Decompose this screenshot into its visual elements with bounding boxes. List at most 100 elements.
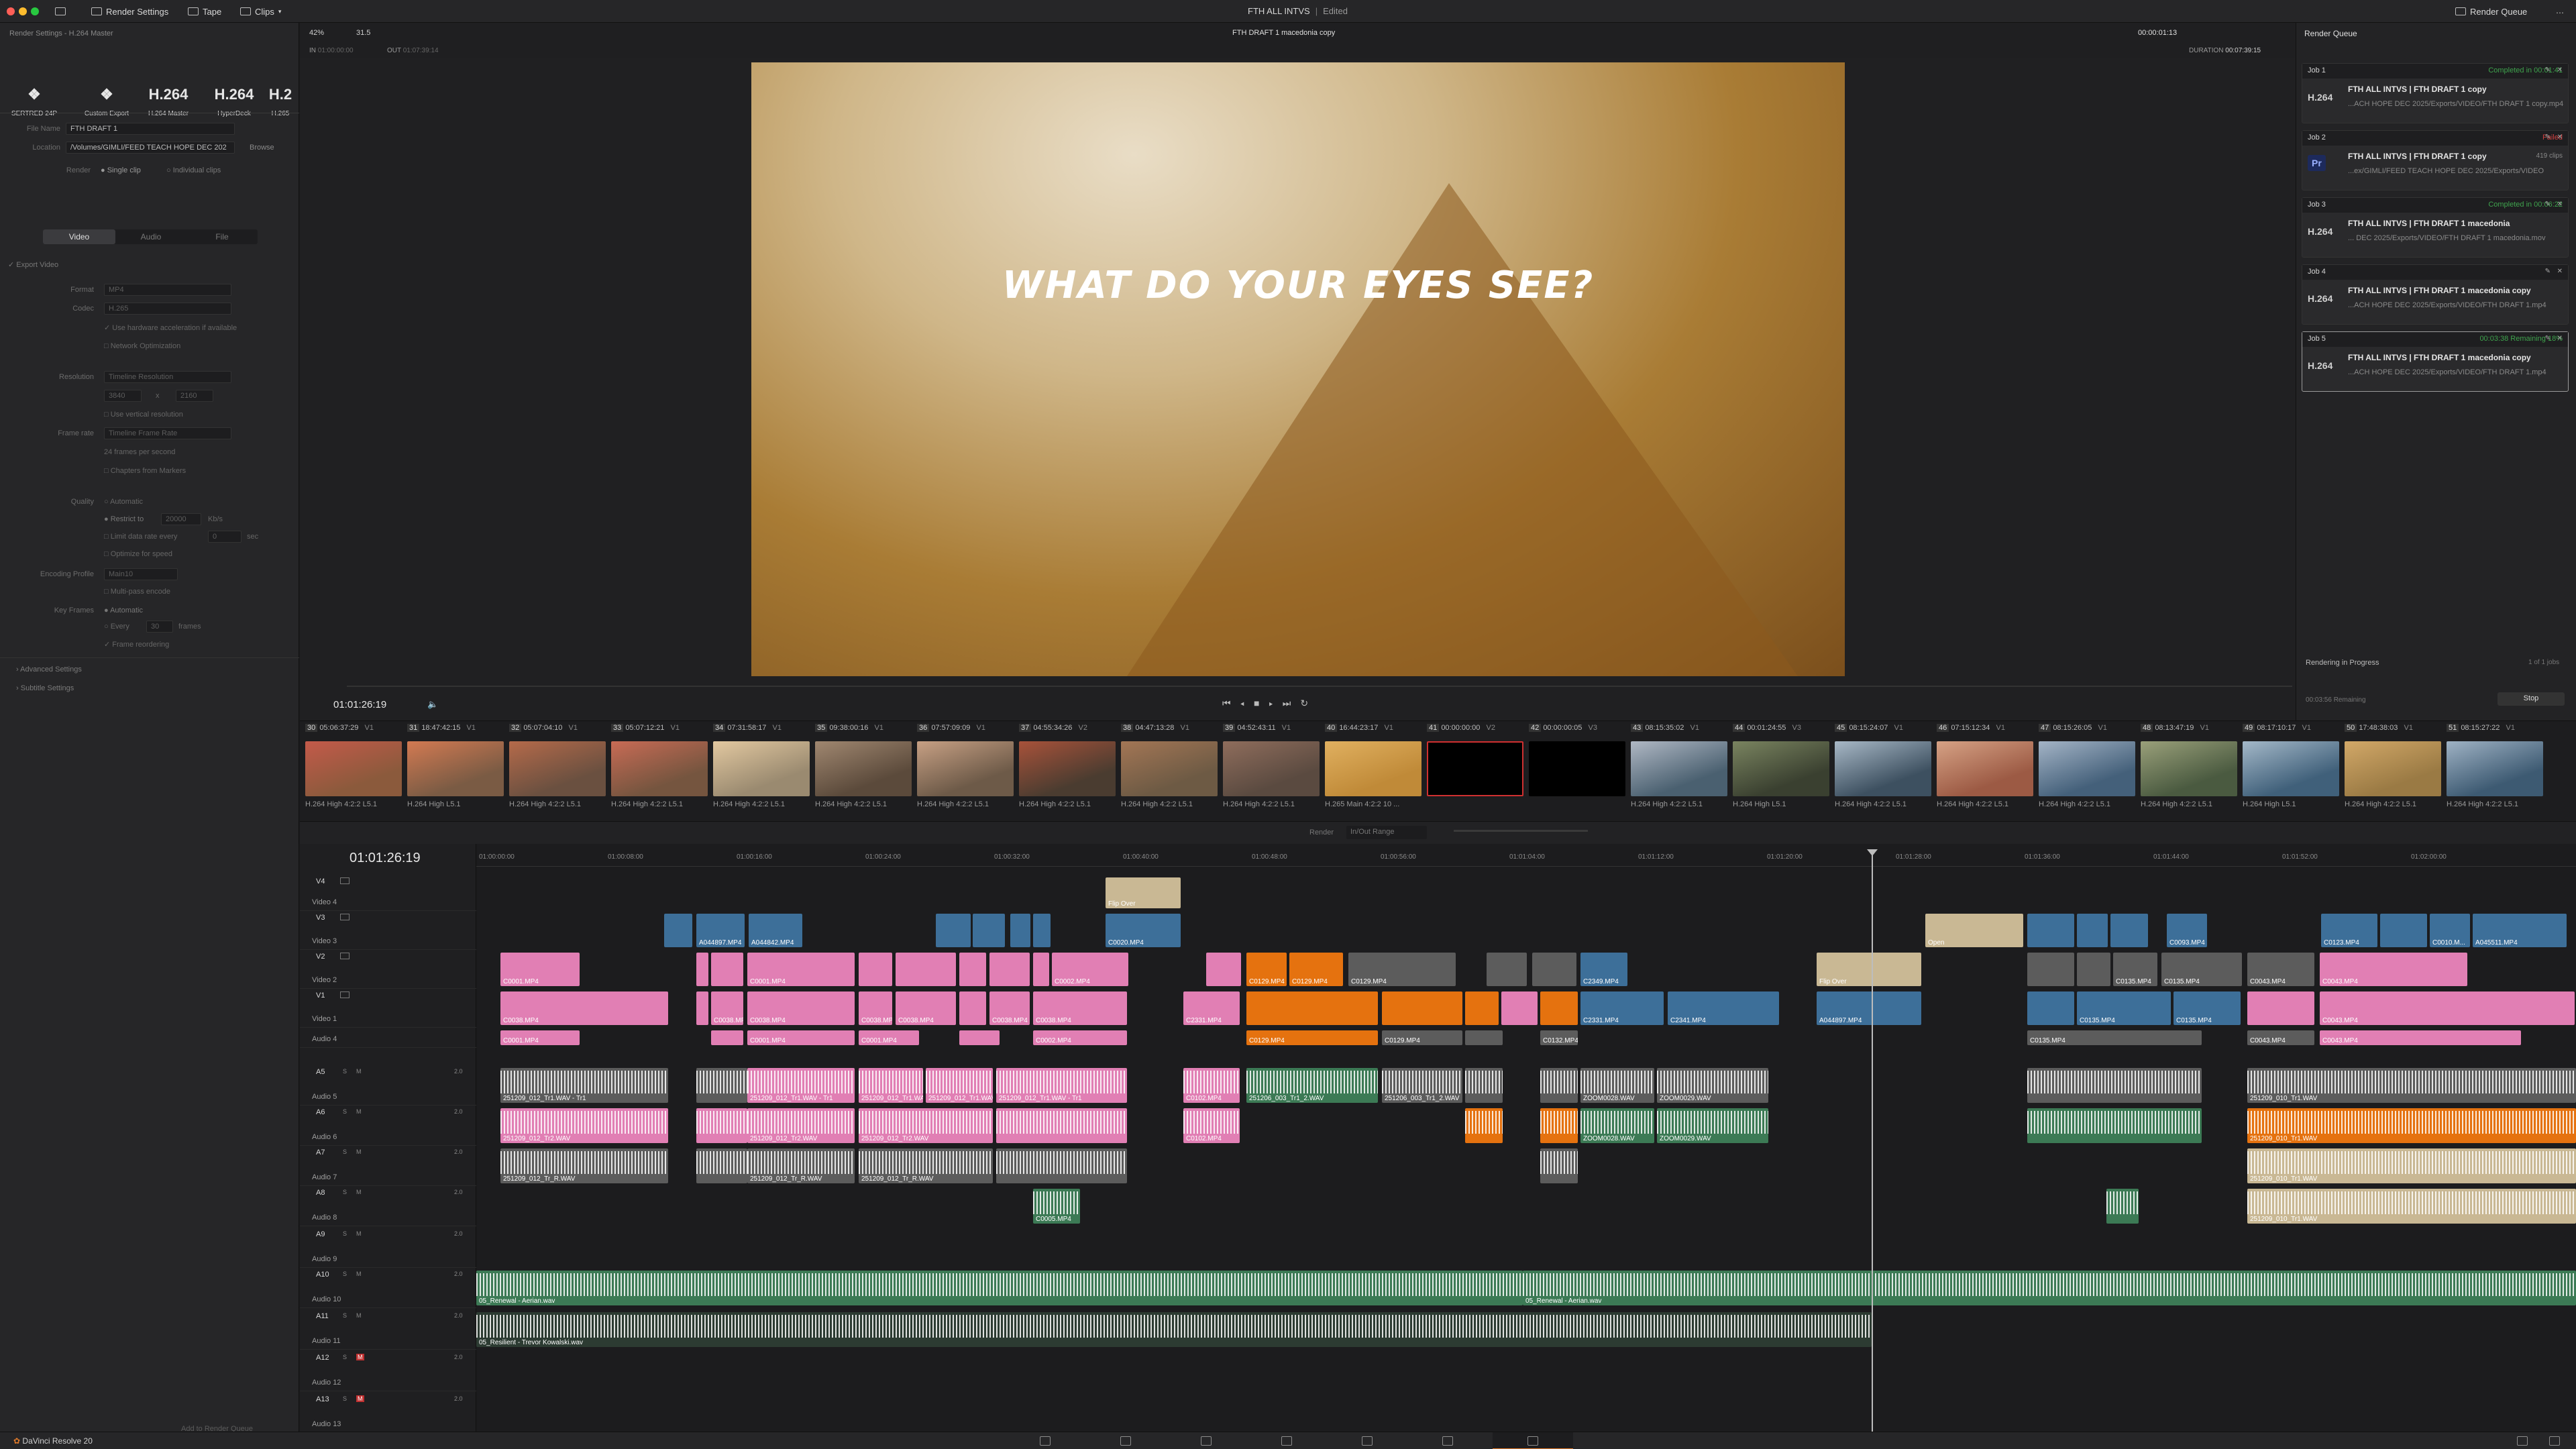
stop-render-button[interactable]: Stop (2498, 692, 2565, 706)
edit-job-icon[interactable]: ✎ (2545, 133, 2551, 141)
fusion-page-icon[interactable] (1281, 1436, 1292, 1446)
solo-icon[interactable]: S (343, 1068, 347, 1075)
mute-icon[interactable]: M (356, 1395, 364, 1402)
deliver-page-tab[interactable] (1493, 1432, 1573, 1449)
video-clip[interactable]: C0002.MP4 (1033, 1030, 1127, 1045)
audio-clip[interactable]: 251209_012_Tr2.WAV (500, 1108, 668, 1143)
audio-clip[interactable]: ZOOM0029.WAV (1657, 1068, 1768, 1103)
video-clip[interactable] (1206, 953, 1241, 986)
audio-clip[interactable]: C0102.MP4 (1183, 1068, 1240, 1103)
video-clip[interactable] (1382, 991, 1462, 1025)
restrict-to-radio[interactable]: ● Restrict to (104, 515, 144, 523)
audio-clip[interactable]: 251209_012_Tr1.WAV - Tr1 (859, 1068, 923, 1103)
network-opt-checkbox[interactable]: □ Network Optimization (104, 342, 180, 350)
track-header[interactable]: A9 Audio 9 S M 2.0 (300, 1228, 476, 1268)
clip-thumbnail[interactable] (2345, 741, 2441, 796)
mute-icon[interactable]: M (356, 1148, 362, 1155)
clip-thumbnail[interactable] (815, 741, 912, 796)
video-clip[interactable] (696, 953, 708, 986)
multipass-checkbox[interactable]: □ Multi-pass encode (104, 588, 170, 596)
clip-thumbnail[interactable] (1631, 741, 1727, 796)
audio-clip[interactable] (1540, 1068, 1578, 1103)
track-header[interactable]: Audio 4 (300, 1028, 476, 1048)
audio-clip[interactable]: ZOOM0028.WAV (1580, 1108, 1654, 1143)
fairlight-page-icon[interactable] (1442, 1436, 1453, 1446)
lock-icon[interactable] (340, 914, 350, 920)
audio-clip[interactable] (1540, 1108, 1578, 1143)
audio-clip[interactable]: 05_Resilient - Trevor Kowalski.wav (476, 1312, 1872, 1347)
clip-thumbnail[interactable] (1121, 741, 1218, 796)
video-clip[interactable] (973, 914, 1005, 947)
edit-job-icon[interactable]: ✎ (2545, 335, 2551, 342)
video-clip[interactable]: C0038.MP4 (711, 991, 743, 1025)
step-back-icon[interactable]: ◂ (1240, 698, 1254, 708)
video-clip[interactable] (2027, 914, 2074, 947)
track-header[interactable]: A12 Audio 12 S M 2.0 (300, 1351, 476, 1391)
audio-clip[interactable]: 251209_012_Tr_R.WAV (747, 1148, 855, 1183)
video-clip[interactable]: C0129.MP4 (1382, 1030, 1462, 1045)
render-settings-button[interactable]: Render Settings (91, 3, 168, 20)
audio-clip[interactable]: 251209_012_Tr1.WAV - Tr1 (926, 1068, 993, 1103)
chapters-checkbox[interactable]: □ Chapters from Markers (104, 467, 186, 475)
video-clip[interactable]: C0129.MP4 (1289, 953, 1343, 986)
res-height-input[interactable]: 2160 (176, 390, 213, 402)
track-header[interactable]: V3 Video 3 (300, 911, 476, 950)
volume-icon[interactable]: 🔈 (427, 699, 438, 710)
video-clip[interactable]: C0093.MP4 (2167, 914, 2207, 947)
playhead[interactable] (1872, 851, 1873, 1432)
single-clip-radio[interactable]: ● Single clip (101, 166, 141, 174)
video-clip[interactable]: C0123.MP4 (2321, 914, 2377, 947)
audio-clip[interactable]: 251209_012_Tr1.WAV - Tr1 (747, 1068, 855, 1103)
home-icon[interactable] (2517, 1436, 2528, 1446)
clip-thumbnail[interactable] (1019, 741, 1116, 796)
tab-file[interactable]: File (186, 229, 258, 244)
video-clip[interactable]: C0038.MP4 (896, 991, 956, 1025)
clip-thumbnail[interactable] (917, 741, 1014, 796)
format-select[interactable]: MP4 (104, 284, 231, 296)
video-clip[interactable] (696, 991, 708, 1025)
video-clip[interactable]: C0043.MP4 (2320, 953, 2467, 986)
audio-clip[interactable] (696, 1148, 747, 1183)
clip-thumbnail[interactable] (1529, 741, 1625, 796)
audio-clip[interactable] (996, 1108, 1127, 1143)
clip-thumbnail[interactable] (1733, 741, 1829, 796)
mute-icon[interactable]: M (356, 1230, 362, 1237)
lock-icon[interactable] (340, 953, 350, 959)
audio-clip[interactable]: 251209_012_Tr1.WAV - Tr1 (996, 1068, 1127, 1103)
res-width-input[interactable]: 3840 (104, 390, 142, 402)
audio-clip[interactable]: ZOOM0028.WAV (1580, 1068, 1654, 1103)
video-clip[interactable]: C0002.MP4 (1052, 953, 1128, 986)
audio-clip[interactable] (696, 1068, 747, 1103)
track-header[interactable]: A5 Audio 5 S M 2.0 (300, 1065, 476, 1106)
cut-page-icon[interactable] (1120, 1436, 1131, 1446)
color-page-icon[interactable] (1362, 1436, 1373, 1446)
render-job[interactable]: Job 5 00:03:38 Remaining 18% H.264 FTH AL… (2302, 331, 2569, 392)
render-job[interactable]: Job 2 Failed Pr FTH ALL INTVS | FTH DRAFT… (2302, 130, 2569, 191)
more-options-icon[interactable]: ⋯ (2556, 8, 2564, 17)
clip-thumbnail[interactable] (2243, 741, 2339, 796)
clip-thumbnail[interactable] (509, 741, 606, 796)
video-clip[interactable]: C0001.MP4 (747, 953, 855, 986)
video-clip[interactable]: A044897.MP4 (1817, 991, 1921, 1025)
solo-icon[interactable]: S (343, 1312, 347, 1319)
video-clip[interactable] (2247, 991, 2314, 1025)
zoom-slider[interactable] (1454, 830, 1588, 832)
enc-profile-select[interactable]: Main10 (104, 568, 178, 580)
audio-clip[interactable]: 251209_010_Tr1.WAV (2247, 1108, 2576, 1143)
video-clip[interactable] (989, 953, 1030, 986)
video-clip[interactable]: C0129.MP4 (1246, 1030, 1378, 1045)
video-clip[interactable]: C0129.MP4 (1246, 953, 1287, 986)
edit-job-icon[interactable]: ✎ (2545, 201, 2551, 208)
audio-clip[interactable]: C0005.MP4 (1033, 1189, 1080, 1224)
video-clip[interactable] (1501, 991, 1538, 1025)
clip-thumbnail[interactable] (1937, 741, 2033, 796)
stop-icon[interactable]: ■ (1254, 698, 1269, 708)
audio-clip[interactable]: 05_Renewal - Aerian.wav (1523, 1271, 2576, 1305)
kf-automatic-radio[interactable]: ● Automatic (104, 606, 143, 614)
audio-clip[interactable]: 251209_010_Tr1.WAV (2247, 1189, 2576, 1224)
audio-clip[interactable]: C0102.MP4 (1183, 1108, 1240, 1143)
codec-select[interactable]: H.265 (104, 303, 231, 315)
video-clip[interactable] (2110, 914, 2148, 947)
quality-automatic-radio[interactable]: ○ Automatic (104, 498, 143, 506)
browse-button[interactable]: Browse (250, 144, 274, 152)
